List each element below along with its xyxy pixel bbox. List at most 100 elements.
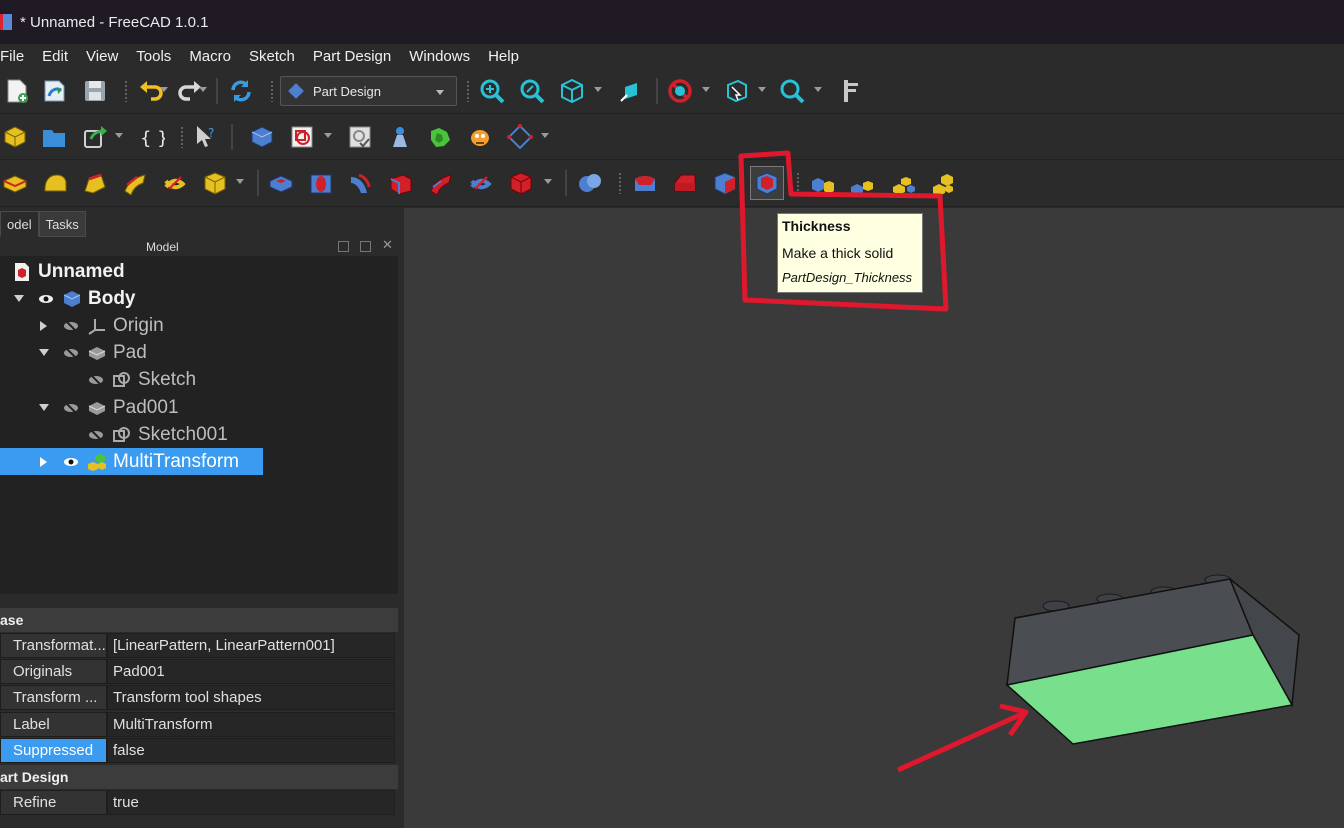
tree-item-pad001[interactable]: Pad001 xyxy=(0,394,398,421)
additive-primitive-button[interactable] xyxy=(200,168,230,198)
expand-arrow-icon[interactable] xyxy=(39,404,49,411)
workbench-selector[interactable]: Part Design xyxy=(280,76,457,106)
fit-all-button[interactable] xyxy=(477,76,507,106)
thickness-icon xyxy=(756,172,778,195)
revolution-button[interactable] xyxy=(40,168,70,198)
eye-icon[interactable] xyxy=(38,291,54,307)
menu-sketch[interactable]: Sketch xyxy=(240,48,304,65)
subshape-binder-button[interactable] xyxy=(425,122,455,152)
polar-pattern-button[interactable] xyxy=(888,168,918,198)
expand-arrow-icon[interactable] xyxy=(14,295,24,302)
eye-icon[interactable] xyxy=(63,454,79,470)
datum-button[interactable] xyxy=(505,122,535,152)
expand-arrow-icon[interactable] xyxy=(40,321,47,331)
additive-helix-button[interactable] xyxy=(160,168,190,198)
menu-view[interactable]: View xyxy=(77,48,127,65)
property-row-transformations[interactable]: Transformat... [LinearPattern, LinearPat… xyxy=(0,633,398,659)
standard-views-button[interactable] xyxy=(557,76,587,106)
additive-loft-button[interactable] xyxy=(80,168,110,198)
draw-style-button[interactable] xyxy=(665,76,695,106)
property-row-refine[interactable]: Refine true xyxy=(0,790,398,816)
hole-button[interactable] xyxy=(306,168,336,198)
tree-item-sketch[interactable]: Sketch xyxy=(0,366,398,393)
expand-arrow-icon[interactable] xyxy=(39,349,49,356)
eye-hidden-icon[interactable] xyxy=(63,318,79,334)
create-group-button[interactable] xyxy=(39,122,69,152)
property-value[interactable]: Transform tool shapes xyxy=(107,685,395,710)
link-button[interactable] xyxy=(80,122,110,152)
property-value[interactable]: [LinearPattern, LinearPattern001] xyxy=(107,633,395,658)
close-icon[interactable]: ✕ xyxy=(382,237,393,252)
expand-arrow-icon[interactable] xyxy=(40,457,47,467)
thickness-button[interactable] xyxy=(750,166,784,200)
draft-button[interactable] xyxy=(710,168,740,198)
property-row-label[interactable]: Label MultiTransform xyxy=(0,712,398,738)
menu-file[interactable]: File xyxy=(0,48,33,65)
mirrored-button[interactable] xyxy=(808,168,838,198)
measure-button[interactable] xyxy=(616,76,646,106)
tree-item-body[interactable]: Body xyxy=(0,285,398,312)
validate-sketch-button[interactable] xyxy=(345,122,375,152)
collapse-icon[interactable] xyxy=(338,241,349,252)
tree-item-sketch001[interactable]: Sketch001 xyxy=(0,421,398,448)
save-button[interactable] xyxy=(80,76,110,106)
property-row-suppressed[interactable]: Suppressed false xyxy=(0,738,398,764)
property-row-originals[interactable]: Originals Pad001 xyxy=(0,659,398,685)
new-document-button[interactable] xyxy=(2,76,32,106)
tab-tasks[interactable]: Tasks xyxy=(38,211,86,237)
tree-item-pad[interactable]: Pad xyxy=(0,339,398,366)
additive-pipe-button[interactable] xyxy=(120,168,150,198)
menu-tools[interactable]: Tools xyxy=(127,48,180,65)
fit-selection-button[interactable] xyxy=(517,76,547,106)
property-group-base[interactable]: ase xyxy=(0,608,398,632)
property-value[interactable]: Pad001 xyxy=(107,659,395,684)
clone-button[interactable] xyxy=(465,122,495,152)
eye-hidden-icon[interactable] xyxy=(88,427,104,443)
boolean-button[interactable] xyxy=(575,168,605,198)
macro-button[interactable]: { } xyxy=(136,122,166,152)
menu-edit[interactable]: Edit xyxy=(33,48,77,65)
tooltip-command: PartDesign_Thickness xyxy=(782,270,913,285)
whats-this-button[interactable]: ? xyxy=(191,122,221,152)
float-icon[interactable] xyxy=(360,241,371,252)
open-document-button[interactable] xyxy=(40,76,70,106)
multitransform-button[interactable] xyxy=(928,168,958,198)
chamfer-button[interactable] xyxy=(670,168,700,198)
bounding-box-button[interactable] xyxy=(721,76,751,106)
property-value[interactable]: MultiTransform xyxy=(107,712,395,737)
subtractive-helix-button[interactable] xyxy=(466,168,496,198)
tree-item-origin[interactable]: Origin xyxy=(0,312,398,339)
tree-item-multitransform[interactable]: MultiTransform xyxy=(0,448,263,475)
menu-windows[interactable]: Windows xyxy=(400,48,479,65)
property-row-transform-mode[interactable]: Transform ... Transform tool shapes xyxy=(0,685,398,711)
fillet-button[interactable] xyxy=(630,168,660,198)
create-part-button[interactable] xyxy=(0,122,30,152)
pocket-button[interactable] xyxy=(266,168,296,198)
tree-label-pad001: Pad001 xyxy=(113,396,179,418)
shape-binder-button[interactable] xyxy=(385,122,415,152)
eye-hidden-icon[interactable] xyxy=(63,400,79,416)
3d-viewport[interactable] xyxy=(404,208,1344,828)
property-value[interactable]: true xyxy=(107,790,395,815)
create-sketch-button[interactable] xyxy=(287,122,317,152)
zoom-button[interactable] xyxy=(777,76,807,106)
menu-part-design[interactable]: Part Design xyxy=(304,48,400,65)
groove-button[interactable] xyxy=(346,168,376,198)
tab-model[interactable]: odel xyxy=(0,211,39,237)
eye-hidden-icon[interactable] xyxy=(63,345,79,361)
subtractive-primitive-button[interactable] xyxy=(506,168,536,198)
property-value[interactable]: false xyxy=(107,738,395,763)
subtractive-pipe-button[interactable] xyxy=(426,168,456,198)
pad-button[interactable] xyxy=(0,168,30,198)
window-title: * Unnamed - FreeCAD 1.0.1 xyxy=(20,13,209,31)
menu-macro[interactable]: Macro xyxy=(180,48,240,65)
create-body-button[interactable] xyxy=(247,122,277,152)
refresh-button[interactable] xyxy=(226,76,256,106)
measure-tool-button[interactable] xyxy=(835,76,865,106)
menu-help[interactable]: Help xyxy=(479,48,528,65)
eye-hidden-icon[interactable] xyxy=(88,372,104,388)
linear-pattern-button[interactable] xyxy=(848,168,878,198)
property-group-part-design[interactable]: art Design xyxy=(0,765,398,789)
tree-item-unnamed[interactable]: Unnamed xyxy=(0,258,398,285)
subtractive-loft-button[interactable] xyxy=(386,168,416,198)
